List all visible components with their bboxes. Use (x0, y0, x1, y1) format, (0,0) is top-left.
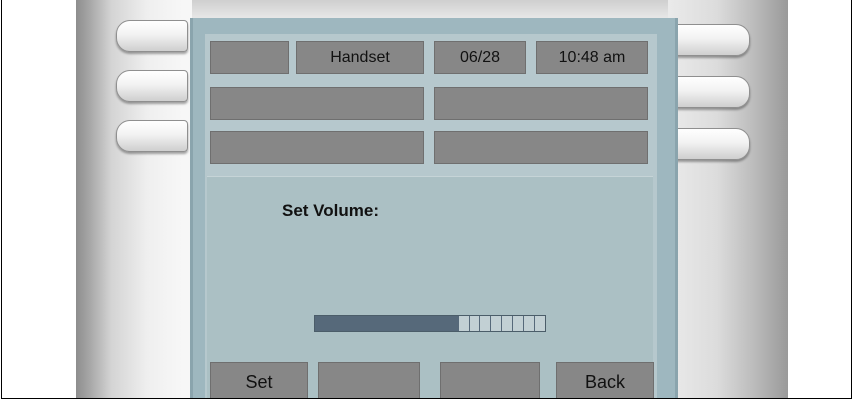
softkey-2[interactable] (318, 362, 420, 398)
volume-segment (479, 316, 490, 331)
volume-segment (468, 316, 480, 331)
volume-segment (501, 316, 512, 331)
volume-segment (457, 316, 469, 331)
volume-bar-fill (315, 316, 458, 331)
softkey-back[interactable]: Back (556, 362, 654, 398)
feature-key-label-4 (434, 131, 648, 164)
date-label: 06/28 (434, 41, 526, 74)
audio-mode-label: Handset (296, 41, 424, 74)
right-line-key-3[interactable] (674, 128, 750, 160)
volume-bar-empty-segments (457, 316, 545, 331)
left-line-key-2[interactable] (116, 70, 188, 102)
feature-key-label-1 (210, 87, 424, 120)
softkey-set[interactable]: Set (210, 362, 308, 398)
volume-segment (523, 316, 534, 331)
volume-segment (512, 316, 523, 331)
volume-segment (490, 316, 501, 331)
volume-segment (534, 316, 545, 331)
left-line-key-1[interactable] (116, 20, 188, 52)
display-top-bezel (192, 0, 668, 19)
right-line-key-1[interactable] (674, 24, 750, 56)
screenshot-frame: Handset 06/28 10:48 am Set Volume: Set B… (1, 0, 852, 399)
set-volume-prompt: Set Volume: (282, 201, 379, 220)
time-label: 10:48 am (536, 41, 648, 74)
line-label-cell (210, 41, 289, 74)
feature-key-label-2 (434, 87, 648, 120)
volume-bar[interactable] (314, 315, 546, 332)
feature-key-label-3 (210, 131, 424, 164)
right-line-key-2[interactable] (674, 76, 750, 108)
softkey-3[interactable] (440, 362, 540, 398)
left-line-key-3[interactable] (116, 120, 188, 152)
